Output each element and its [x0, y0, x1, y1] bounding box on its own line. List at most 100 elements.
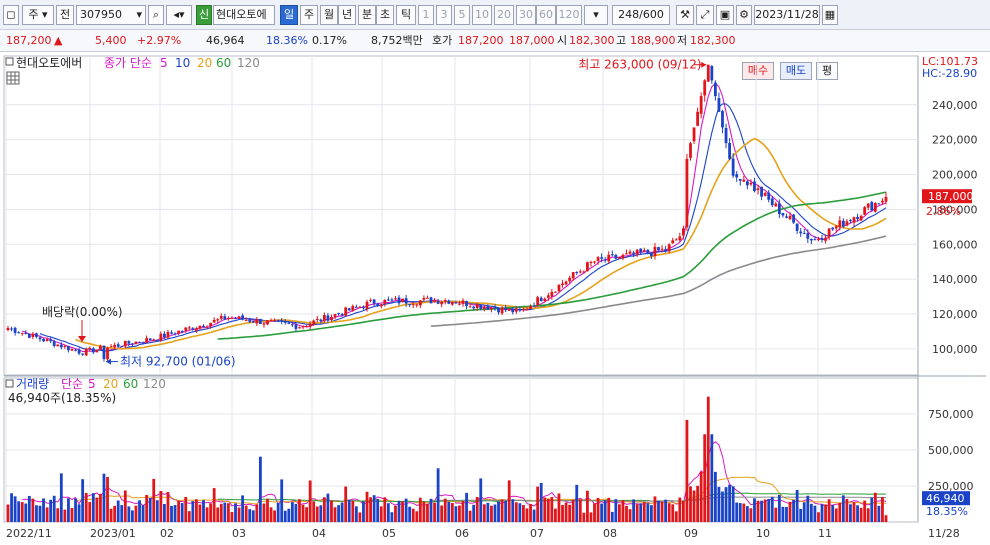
volume-bar — [610, 511, 614, 522]
candle-body — [618, 257, 621, 259]
volume-bar — [536, 486, 540, 522]
volume-bar — [234, 503, 237, 522]
candle-body — [59, 344, 63, 348]
candle-body — [550, 291, 554, 297]
candle-body — [141, 342, 145, 344]
volume-bar — [561, 505, 564, 522]
volume-bar — [326, 493, 330, 522]
volume-bar — [251, 510, 255, 522]
volume-bar — [657, 500, 660, 522]
candle-body — [706, 64, 710, 82]
volume-bar — [845, 498, 849, 522]
volume-bar — [607, 497, 611, 522]
candle-body — [753, 181, 756, 192]
volume-bar — [482, 504, 486, 522]
volume-bar — [582, 512, 586, 522]
candle-body — [813, 239, 817, 241]
volume-bar — [618, 504, 621, 522]
low-annotation: 최저 92,700 (01/06) — [120, 355, 236, 369]
candle-body — [362, 306, 365, 309]
candle-body — [258, 318, 262, 324]
volume-bar — [546, 498, 550, 522]
candle-body — [731, 158, 735, 176]
candle-body — [596, 257, 600, 261]
volume-bar — [106, 476, 109, 522]
candle-body — [81, 353, 85, 355]
volume-bar — [312, 501, 316, 522]
volume-bar — [301, 504, 305, 522]
volume-bar — [504, 500, 508, 522]
candle-body — [84, 348, 88, 356]
candle-body — [607, 254, 611, 262]
candle-body — [287, 322, 291, 324]
candle-body — [735, 174, 739, 178]
candle-body — [514, 308, 518, 312]
candle-body — [155, 339, 159, 341]
candle-body — [237, 316, 241, 319]
legend-ma20: 20 — [197, 56, 212, 70]
volume-bar — [571, 499, 575, 522]
candle-body — [433, 300, 436, 303]
volume-bar — [713, 471, 717, 522]
volume-bar — [532, 509, 536, 522]
candle-body — [834, 226, 838, 229]
candle-body — [170, 332, 173, 334]
volume-bar — [248, 509, 252, 522]
volume-bar — [849, 504, 852, 522]
x-tick-label: 07 — [530, 527, 544, 540]
candle-body — [386, 299, 390, 301]
candle-body — [166, 331, 170, 338]
price-tick-label: 120,000 — [932, 308, 978, 321]
candle-body — [241, 315, 245, 320]
volume-bar — [109, 508, 113, 522]
volume-bar — [24, 503, 28, 522]
volume-bar — [827, 499, 831, 522]
volume-bar — [408, 506, 412, 522]
candle-body — [493, 307, 497, 309]
x-tick-label: 11/28 — [928, 527, 960, 540]
volume-bar — [461, 501, 465, 522]
high-arrowhead-icon — [701, 61, 707, 68]
x-tick-label: 06 — [455, 527, 469, 540]
candle-body — [95, 349, 99, 353]
candle-body — [127, 341, 131, 344]
volume-bar — [479, 478, 483, 522]
candle-body — [845, 221, 849, 226]
volume-bar — [557, 493, 561, 522]
volume-bar — [131, 510, 134, 522]
candle-body — [198, 325, 202, 329]
candle-body — [536, 297, 540, 306]
candle-body — [788, 215, 792, 220]
x-tick-label: 05 — [382, 527, 396, 540]
candle-body — [216, 319, 220, 321]
candle-body — [511, 309, 515, 313]
candle-body — [42, 338, 45, 342]
candle-body — [202, 325, 205, 328]
volume-bar — [671, 504, 675, 522]
candle-body — [276, 319, 280, 321]
volume-bar — [785, 507, 788, 522]
candle-body — [564, 281, 568, 285]
volume-bar — [788, 501, 792, 522]
volume-bar — [621, 500, 625, 522]
table-icon[interactable] — [6, 71, 20, 85]
volume-bar — [141, 505, 145, 522]
volume-bar — [163, 503, 166, 522]
candle-body — [280, 320, 284, 322]
candle-body — [106, 347, 109, 360]
candle-body — [586, 262, 589, 272]
volume-bar — [838, 502, 842, 522]
volume-bar — [415, 511, 419, 522]
volume-bar — [262, 503, 266, 522]
volume-bar — [351, 500, 355, 522]
candle-body — [660, 248, 664, 250]
candle-body — [379, 304, 383, 307]
hc-label: HC:-28.90 — [922, 67, 977, 80]
volume-bar — [710, 434, 714, 522]
volume-bar — [10, 493, 13, 522]
candle-body — [578, 271, 582, 273]
candle-body — [415, 304, 419, 306]
volume-bar — [721, 491, 724, 522]
candle-body — [173, 333, 177, 335]
volume-bar — [877, 505, 881, 522]
